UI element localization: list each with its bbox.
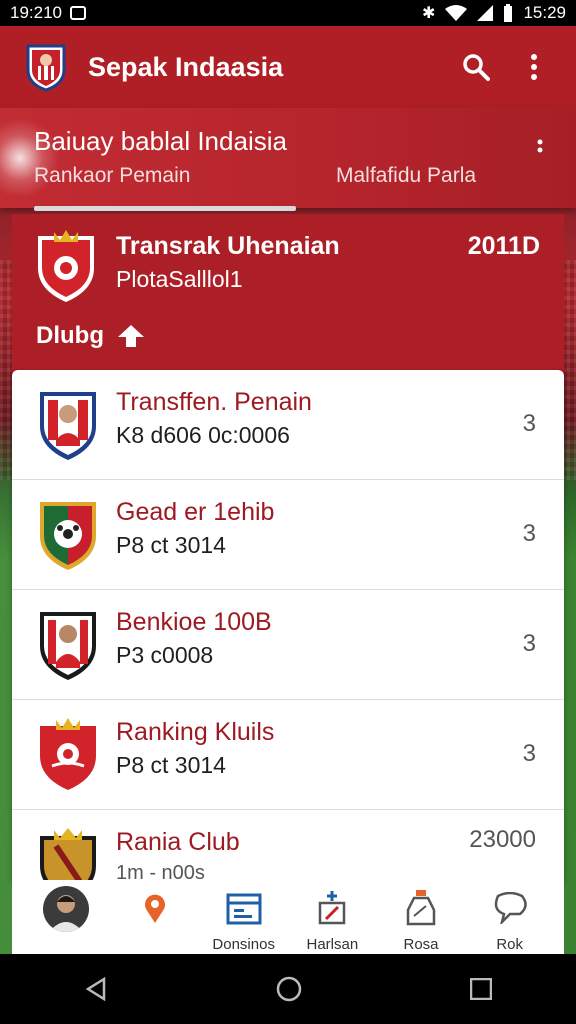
row-value: 3: [522, 410, 536, 437]
row-title: Benkioe 100B: [116, 608, 272, 636]
featured-value: 2011D: [467, 232, 540, 260]
signal-icon: [477, 5, 494, 21]
chat-icon: [494, 892, 527, 924]
back-icon[interactable]: [84, 977, 108, 1001]
row-subtitle: P3 c0008: [116, 642, 214, 668]
search-button[interactable]: [458, 49, 494, 85]
row-title: Transffen. Penain: [116, 388, 312, 416]
search-icon: [463, 54, 490, 81]
system-navigation-bar: [0, 954, 576, 1024]
bluetooth-icon: ✱: [422, 5, 436, 22]
nav-label: Donsinos: [212, 936, 275, 953]
tab-player-ranking[interactable]: Rankaor Pemain: [34, 164, 190, 188]
home-icon[interactable]: [276, 976, 302, 1002]
tab-indicator: [34, 206, 296, 211]
list-item[interactable]: Transffen. Penain K8 d606 0c:0006 3: [12, 370, 564, 480]
club-crest-icon: [40, 718, 96, 790]
edit-photo-icon: [319, 891, 346, 925]
more-vert-icon: [531, 54, 537, 80]
row-title: Ranking Kluils: [116, 718, 275, 746]
arrow-up-icon: [117, 325, 144, 347]
bottle-icon: [406, 890, 436, 926]
bottom-navigation: Donsinos Harlsan Rosa Rok: [12, 880, 564, 954]
location-pin-icon: [145, 894, 165, 923]
overflow-menu-button[interactable]: [516, 49, 552, 85]
row-title: Gead er 1ehib: [116, 498, 275, 526]
club-label: Dlubg: [36, 322, 104, 349]
nav-profile[interactable]: [22, 880, 111, 932]
hero-more-button[interactable]: [528, 136, 552, 166]
tab-match-schedule[interactable]: Malfafidu Parla: [336, 164, 476, 188]
list-item[interactable]: Gead er 1ehib P8 ct 3014 3: [12, 480, 564, 590]
list-item[interactable]: Rania Club 1m - n00s 23000: [12, 810, 564, 880]
hero-title: Baiuay bablal Indaisia: [34, 126, 287, 156]
row-title: Rania Club: [116, 828, 240, 856]
calendar-icon: [226, 893, 262, 925]
recents-icon[interactable]: [470, 978, 492, 1000]
featured-transfer-card[interactable]: Transrak Uhenaian PlotaSalllol1 2011D Dl…: [12, 214, 564, 374]
player-crest-icon: [40, 612, 96, 680]
app-title: Sepak Indaasia: [88, 51, 284, 82]
row-subtitle: K8 d606 0c:0006: [116, 422, 290, 448]
row-value: 23000: [469, 826, 536, 853]
wifi-icon: [445, 5, 468, 21]
row-subtitle: 1m - n00s: [116, 862, 205, 880]
football-crest-icon: [40, 502, 96, 570]
nav-location[interactable]: [111, 880, 200, 928]
list-item[interactable]: Benkioe 100B P3 c0008 3: [12, 590, 564, 700]
battery-icon: [504, 4, 513, 22]
list-item[interactable]: Ranking Kluils P8 ct 3014 3: [12, 700, 564, 810]
nav-chat[interactable]: Rok: [465, 880, 554, 953]
nav-schedule[interactable]: Donsinos: [199, 880, 288, 953]
nav-label: Harlsan: [306, 936, 359, 953]
status-time-right: 15:29: [523, 3, 566, 22]
featured-title: Transrak Uhenaian: [116, 232, 340, 260]
nav-rosa[interactable]: Rosa: [377, 880, 466, 953]
notification-icon: [70, 6, 86, 20]
nav-label: Rok: [496, 936, 524, 953]
club-link[interactable]: Dlubg: [36, 322, 144, 350]
row-value: 3: [522, 520, 536, 547]
nav-label: Rosa: [403, 936, 439, 953]
row-value: 3: [522, 740, 536, 767]
row-value: 3: [522, 630, 536, 657]
club-crest-icon: [40, 392, 96, 460]
nav-players[interactable]: Harlsan: [288, 880, 377, 953]
transfer-list: Transffen. Penain K8 d606 0c:0006 3 Gead…: [12, 370, 564, 880]
more-vert-icon: [537, 139, 543, 153]
status-time-left: 19:210: [10, 3, 62, 22]
status-bar: 19:210 ✱ 15:29: [0, 0, 576, 26]
row-subtitle: P8 ct 3014: [116, 752, 226, 778]
club-crest-icon: [40, 828, 96, 880]
club-crest-icon: [38, 230, 94, 302]
featured-subtitle: PlotaSalllol1: [116, 266, 243, 292]
app-bar: Sepak Indaasia: [0, 26, 576, 108]
row-subtitle: P8 ct 3014: [116, 532, 226, 558]
app-logo-icon: [26, 44, 66, 92]
hero-header: Baiuay bablal Indaisia Rankaor Pemain Ma…: [0, 108, 576, 208]
avatar: [43, 886, 90, 932]
